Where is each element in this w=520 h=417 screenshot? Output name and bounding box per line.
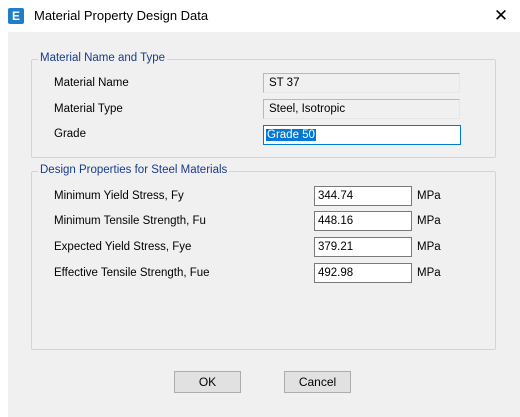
grade-label: Grade — [54, 128, 86, 140]
fye-unit: MPa — [417, 241, 441, 253]
fue-input[interactable]: 492.98 — [314, 263, 412, 283]
material-name-label: Material Name — [54, 77, 129, 89]
window-title: Material Property Design Data — [34, 8, 209, 23]
fy-label: Minimum Yield Stress, Fy — [54, 190, 184, 202]
fu-input[interactable]: 448.16 — [314, 211, 412, 231]
grade-input-selection: Grade 50 — [266, 129, 316, 141]
fue-label: Effective Tensile Strength, Fue — [54, 267, 210, 279]
fu-label: Minimum Tensile Strength, Fu — [54, 215, 206, 227]
fue-unit: MPa — [417, 267, 441, 279]
material-type-label: Material Type — [54, 103, 123, 115]
group-title: Design Properties for Steel Materials — [38, 164, 230, 176]
app-icon: E — [8, 8, 24, 24]
grade-input[interactable]: Grade 50 — [263, 125, 461, 145]
close-icon: ✕ — [493, 6, 509, 25]
ok-button[interactable]: OK — [174, 371, 241, 393]
material-name-field: ST 37 — [263, 73, 460, 93]
fye-input[interactable]: 379.21 — [314, 237, 412, 257]
fu-unit: MPa — [417, 215, 441, 227]
fy-input[interactable]: 344.74 — [314, 186, 412, 206]
close-button[interactable]: ✕ — [488, 4, 514, 28]
fy-unit: MPa — [417, 190, 441, 202]
cancel-button[interactable]: Cancel — [284, 371, 351, 393]
group-title: Material Name and Type — [38, 52, 168, 64]
fye-label: Expected Yield Stress, Fye — [54, 241, 192, 253]
title-bar: E Material Property Design Data ✕ — [0, 0, 520, 32]
window-edge — [0, 32, 8, 417]
material-type-field: Steel, Isotropic — [263, 99, 460, 119]
